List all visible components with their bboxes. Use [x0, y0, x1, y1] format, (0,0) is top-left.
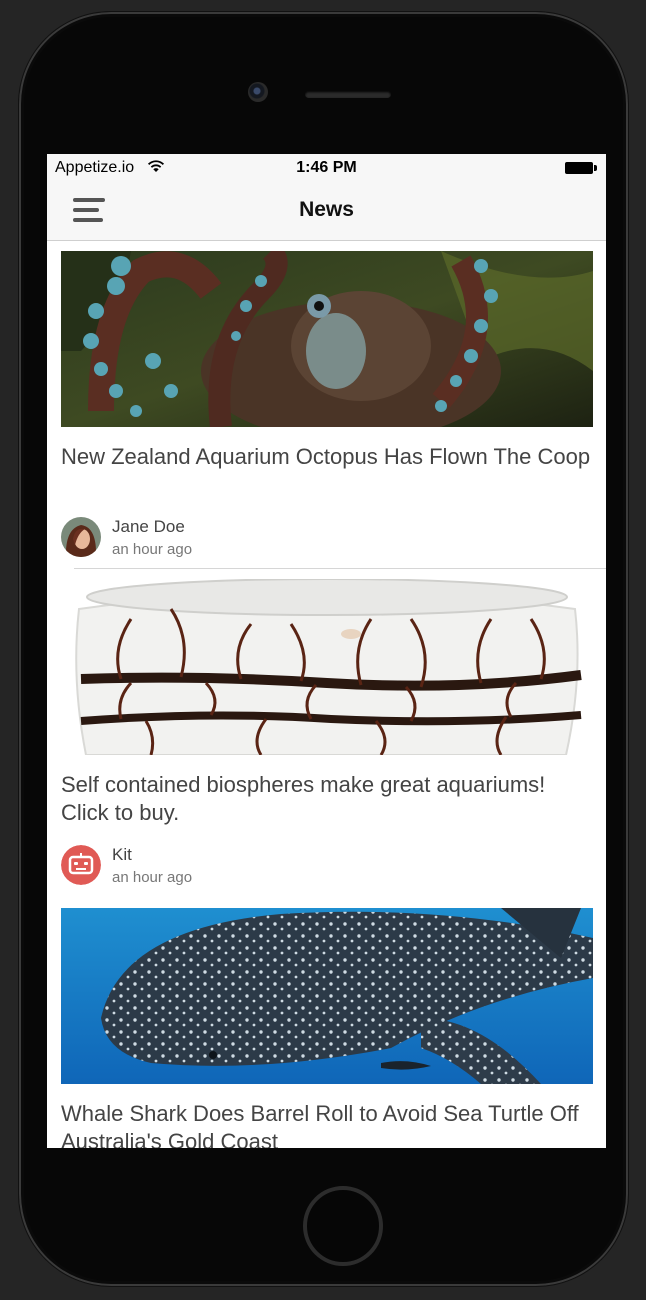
battery-icon	[565, 162, 597, 174]
news-title[interactable]: Whale Shark Does Barrel Roll to Avoid Se…	[61, 1100, 597, 1148]
home-button[interactable]	[303, 1186, 383, 1266]
author-name: Jane Doe	[112, 517, 185, 536]
earpiece-speaker	[305, 91, 391, 98]
kit-robot-avatar[interactable]	[61, 845, 101, 885]
octopus-image[interactable]	[61, 251, 593, 427]
status-time: 1:46 PM	[296, 159, 357, 176]
news-title[interactable]: New Zealand Aquarium Octopus Has Flown T…	[61, 443, 597, 471]
whale-shark-image[interactable]	[61, 908, 593, 1084]
page-title: News	[299, 198, 354, 221]
app-screen: Appetize.io 1:46 PM News New Zealand Aqu…	[47, 154, 606, 1148]
card-divider	[74, 568, 606, 569]
news-title[interactable]: Self contained biospheres make great aqu…	[61, 771, 597, 827]
post-timestamp: an hour ago	[112, 869, 193, 886]
navigation-bar: News	[47, 182, 606, 241]
jane-doe-avatar[interactable]	[61, 517, 101, 557]
status-bar: Appetize.io 1:46 PM	[47, 154, 606, 182]
author-name: Kit	[112, 845, 132, 864]
biosphere-image[interactable]	[61, 579, 593, 755]
post-timestamp: an hour ago	[112, 541, 193, 558]
front-camera	[248, 82, 268, 102]
